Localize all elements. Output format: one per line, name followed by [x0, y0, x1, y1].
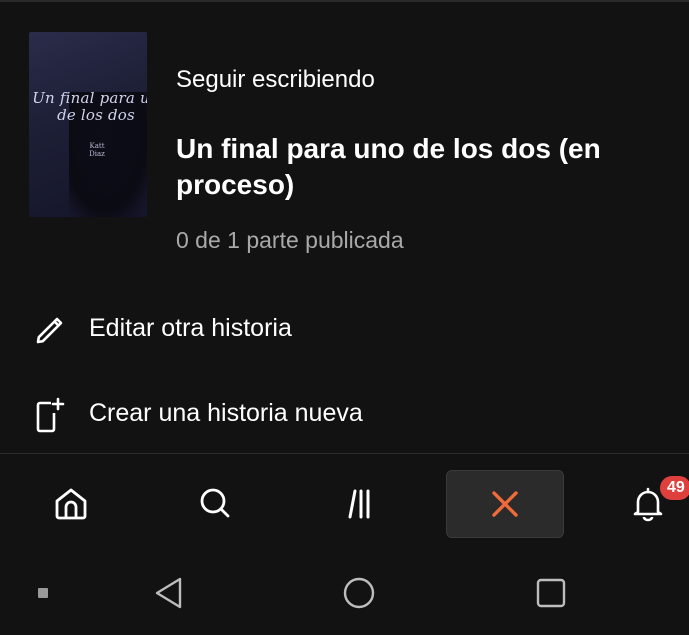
edit-other-story-button[interactable]: Editar otra historia [0, 298, 689, 358]
story-cover-image[interactable]: Un final para un de los dos Katt Diaz [29, 32, 147, 217]
recents-icon[interactable] [532, 574, 570, 612]
back-icon[interactable] [150, 574, 188, 612]
cover-author-line1: Katt [89, 142, 105, 150]
search-icon [200, 488, 230, 518]
system-navigation-bar [0, 554, 689, 635]
cover-author-line2: Diaz [89, 150, 105, 158]
nav-write-close[interactable] [446, 470, 564, 538]
story-title[interactable]: Un final para uno de los dos (en proceso… [176, 131, 656, 203]
edit-other-story-label: Editar otra historia [89, 314, 292, 342]
nav-library[interactable] [300, 470, 416, 536]
parts-status: 0 de 1 parte publicada [176, 227, 404, 253]
close-icon [492, 491, 518, 517]
create-new-story-button[interactable]: Crear una historia nueva [0, 383, 689, 443]
bottom-navigation [0, 454, 689, 554]
menu-dot-icon[interactable] [36, 586, 50, 600]
nav-search[interactable] [157, 470, 273, 536]
writing-sheet: Un final para un de los dos Katt Diaz Se… [0, 2, 689, 453]
notification-badge: 49 [660, 476, 689, 500]
cover-title-art: Un final para un de los dos [31, 90, 147, 124]
cover-title-line2: de los dos [57, 106, 135, 124]
cover-title-line1: Un final para un [32, 89, 147, 107]
cover-author-art: Katt Diaz [77, 142, 117, 158]
library-icon [348, 489, 370, 519]
home-icon [55, 488, 87, 520]
nav-home[interactable] [13, 470, 129, 536]
continue-writing-label: Seguir escribiendo [176, 66, 375, 93]
pencil-icon [36, 317, 63, 344]
create-new-story-label: Crear una historia nueva [89, 399, 363, 427]
home-circle-icon[interactable] [340, 574, 378, 612]
new-document-icon [36, 397, 65, 433]
